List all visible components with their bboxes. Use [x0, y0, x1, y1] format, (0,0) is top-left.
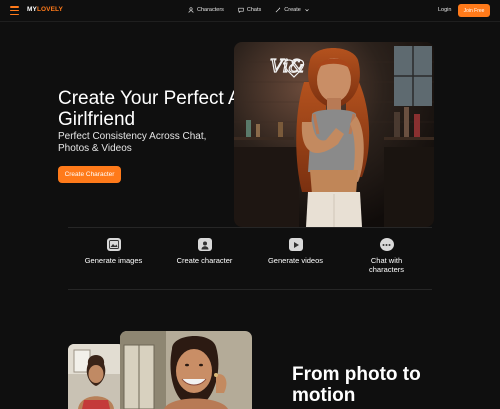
feature-chat-with-characters[interactable]: Chat with characters — [341, 228, 432, 289]
user-card-icon — [197, 238, 212, 251]
play-icon — [288, 238, 303, 251]
nav-create[interactable]: Create — [275, 7, 310, 13]
hero-subtitle: Perfect Consistency Across Chat, Photos … — [58, 131, 207, 154]
logo-accent-text: LOVELY — [36, 6, 63, 13]
sample-photo-large — [120, 331, 252, 409]
hamburger-menu-icon[interactable] — [10, 6, 19, 15]
chat-bubble-icon — [379, 238, 394, 251]
image-icon — [106, 238, 121, 251]
create-character-button[interactable]: Create Character — [58, 166, 121, 183]
feature-generate-images[interactable]: Generate images — [68, 228, 159, 289]
nav-characters-label: Characters — [197, 7, 224, 13]
user-icon — [188, 7, 194, 13]
hero-image: Vi& — [234, 42, 434, 227]
nav-chats-label: Chats — [246, 7, 262, 13]
site-logo[interactable]: MYLOVELY — [27, 6, 63, 13]
top-navbar: MYLOVELY Characters Chats Create Login J… — [0, 0, 500, 22]
feature-generate-videos[interactable]: Generate videos — [250, 228, 341, 289]
sample-photo-small — [68, 344, 124, 409]
logo-main-text: MY — [27, 6, 37, 13]
feature-label: Generate videos — [267, 256, 324, 265]
feature-create-character[interactable]: Create character — [159, 228, 250, 289]
login-link[interactable]: Login — [438, 7, 451, 13]
motion-section-title: From photo to motion — [292, 364, 421, 406]
feature-label: Chat with characters — [368, 256, 404, 274]
wand-icon — [275, 7, 281, 13]
nav-chats[interactable]: Chats — [238, 7, 261, 13]
nav-characters[interactable]: Characters — [188, 7, 224, 13]
nav-create-label: Create — [284, 7, 301, 13]
join-free-button[interactable]: Join Free — [458, 4, 490, 17]
feature-label: Generate images — [84, 256, 143, 265]
feature-label: Create character — [176, 256, 233, 265]
chevron-down-icon — [305, 9, 309, 12]
feature-bar: Generate images Create character Generat… — [68, 227, 432, 290]
main-nav: Characters Chats Create — [188, 7, 310, 13]
hero-title: Create Your Perfect AI Girlfriend — [58, 88, 247, 130]
chat-icon — [238, 7, 244, 13]
neon-sign-text: Vi& — [270, 56, 304, 77]
